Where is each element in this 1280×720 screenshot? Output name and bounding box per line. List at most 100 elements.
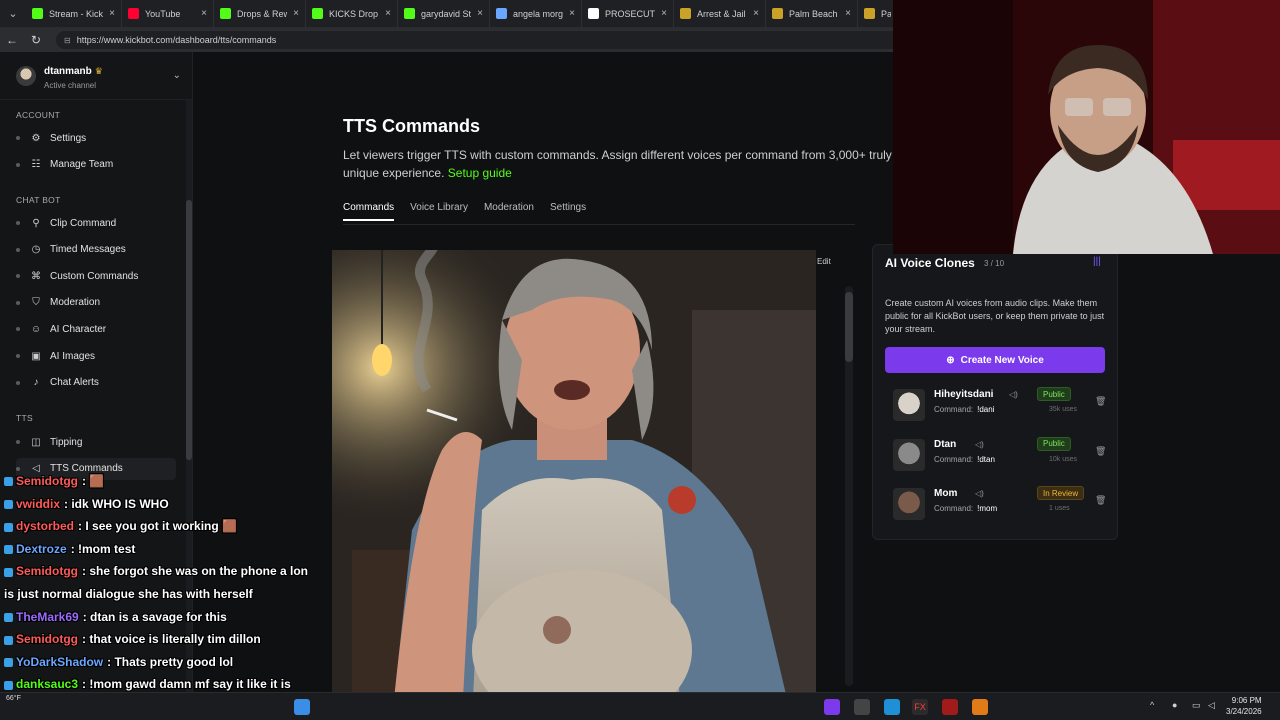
play-sample-icon[interactable]: ◁): [975, 440, 984, 449]
create-new-voice-button[interactable]: ⊕ Create New Voice: [885, 347, 1105, 373]
channel-switcher[interactable]: dtanmanb ♛ Active channel ⌄: [0, 52, 193, 100]
system-clock[interactable]: 9:06 PM 3/24/2026: [1226, 695, 1262, 717]
chat-badge-icon: [4, 612, 13, 622]
close-tab-icon[interactable]: ×: [293, 8, 299, 19]
app-icon-1[interactable]: [824, 699, 840, 715]
close-tab-icon[interactable]: ×: [477, 8, 483, 19]
setup-guide-link[interactable]: Setup guide: [448, 166, 512, 180]
close-tab-icon[interactable]: ×: [201, 8, 207, 19]
tab-commands[interactable]: Commands: [343, 202, 395, 221]
tab-favicon-icon: [588, 8, 599, 19]
voice-row[interactable]: Dtan ◁) Command: !dtan Public 10k uses 🗑: [885, 435, 1107, 479]
tab-favicon-icon: [312, 8, 323, 19]
browser-tab[interactable]: PROSECUTORS ×: [582, 0, 674, 28]
command-label: Command:: [934, 454, 974, 464]
app-icon-2[interactable]: [854, 699, 870, 715]
voice-command: Command: !mom: [934, 504, 997, 513]
browser-tab[interactable]: garydavid Stre ×: [398, 0, 490, 28]
tab-title: garydavid Stre: [421, 8, 472, 19]
network-icon[interactable]: ▭: [1192, 700, 1201, 711]
team-icon: ☷: [31, 159, 41, 171]
reload-icon[interactable]: ↻: [24, 33, 48, 47]
weather-widget[interactable]: 66°F: [6, 695, 21, 702]
tab-settings[interactable]: Settings: [550, 202, 586, 221]
tab-list-chevron-icon[interactable]: ⌄: [0, 0, 26, 28]
chat-text: : !mom gawd damn mf say it like it is: [82, 677, 291, 692]
volume-icon[interactable]: ◁: [1208, 700, 1215, 711]
chat-badge-icon: [4, 658, 13, 668]
browser-tab[interactable]: angela morgan ×: [490, 0, 582, 28]
browser-tab[interactable]: YouTube ×: [122, 0, 214, 28]
sidebar-item-ai-images[interactable]: ▣ AI Images: [16, 345, 176, 367]
mic-icon[interactable]: ●: [1172, 700, 1177, 710]
voice-row[interactable]: Hiheyitsdani ◁) Command: !dani Public 35k use…: [885, 385, 1107, 429]
app-icon-5[interactable]: [942, 699, 958, 715]
close-tab-icon[interactable]: ×: [385, 8, 391, 19]
browser-tab[interactable]: Palr: [858, 0, 898, 28]
tab-moderation[interactable]: Moderation: [484, 202, 534, 221]
sidebar-item-label: Settings: [50, 132, 87, 144]
trash-icon[interactable]: 🗑: [1095, 396, 1106, 407]
sidebar-item-label: Clip Command: [50, 217, 117, 229]
sidebar-item-clip-command[interactable]: ⚲ Clip Command: [16, 212, 176, 234]
chat-username: dystorbed: [16, 519, 75, 534]
tab-title: Arrest & Jail - F: [697, 8, 747, 19]
chat-text: : 🟫: [82, 474, 105, 488]
tray-expand-icon[interactable]: ^: [1150, 700, 1154, 710]
close-tab-icon[interactable]: ×: [845, 8, 851, 19]
close-tab-icon[interactable]: ×: [109, 8, 115, 19]
chevron-down-icon[interactable]: ⌄: [173, 70, 181, 81]
fx-icon[interactable]: FX: [912, 699, 928, 715]
trash-icon[interactable]: 🗑: [1095, 446, 1106, 457]
gear-icon: ⚙: [31, 132, 41, 144]
browser-tab[interactable]: Arrest & Jail - F ×: [674, 0, 766, 28]
url-field[interactable]: ⊟ https://www.kickbot.com/dashboard/tts/…: [56, 31, 916, 49]
close-tab-icon[interactable]: ×: [661, 8, 667, 19]
page-description: Let viewers trigger TTS with custom comm…: [343, 146, 903, 182]
sidebar-scroll-thumb[interactable]: [186, 200, 192, 460]
browser-tab[interactable]: Palm Beach Co ×: [766, 0, 858, 28]
sidebar-item-ai-character[interactable]: ☺ AI Character: [16, 318, 176, 340]
nav-dot: [16, 440, 20, 444]
chat-badge-icon: [4, 499, 13, 509]
chat-text: : I see you got it working 🟫: [78, 519, 237, 534]
tip-icon: ◫: [31, 436, 41, 448]
back-icon[interactable]: ←: [0, 33, 24, 47]
command-icon: ⌘: [31, 270, 41, 282]
sidebar-item-timed-messages[interactable]: ◷ Timed Messages: [16, 239, 176, 261]
voice-row[interactable]: Mom ◁) Command: !mom In Review 1 uses 🗑: [885, 484, 1107, 528]
close-tab-icon[interactable]: ×: [753, 8, 759, 19]
browser-tab[interactable]: Stream - Kick D ×: [26, 0, 122, 28]
sidebar-item-label: AI Images: [50, 350, 96, 362]
close-tab-icon[interactable]: ×: [569, 8, 575, 19]
page-description-text: Let viewers trigger TTS with custom comm…: [343, 148, 892, 180]
sidebar-item-custom-commands[interactable]: ⌘ Custom Commands: [16, 265, 176, 287]
site-info-icon[interactable]: ⊟: [64, 36, 71, 45]
sidebar-item-chat-alerts[interactable]: ♪ Chat Alerts: [16, 372, 176, 394]
chat-badge-icon: [4, 522, 13, 532]
status-badge: In Review: [1037, 486, 1085, 500]
tab-voice-library[interactable]: Voice Library: [410, 202, 468, 221]
browser-tab[interactable]: Drops & Rewar ×: [214, 0, 306, 28]
sidebar-item-manage-team[interactable]: ☷ Manage Team: [16, 154, 176, 176]
trash-icon[interactable]: 🗑: [1095, 495, 1106, 506]
headphones-icon[interactable]: [972, 699, 988, 715]
play-sample-icon[interactable]: ◁): [1009, 390, 1018, 399]
nav-dot: [16, 162, 20, 167]
chat-text: : she forgot she was on the phone a lon: [82, 564, 309, 579]
clip-icon: ⚲: [32, 217, 40, 229]
windows-start-icon[interactable]: [294, 699, 310, 715]
chat-username: Semidotgg: [16, 632, 78, 647]
edit-link[interactable]: Edit: [817, 257, 831, 266]
avatar: [16, 65, 36, 86]
browser-tab[interactable]: KICKS Drop is ×: [306, 0, 398, 28]
chat-text: : dtan is a savage for this: [82, 609, 227, 624]
content-scroll-thumb[interactable]: [845, 292, 853, 362]
stream-chat-overlay: Semidotgg: 🟫 vwiddix: idk WHO IS WHO dysto…: [0, 470, 340, 720]
nav-dot: [16, 136, 20, 140]
sidebar-item-settings[interactable]: ⚙ Settings: [16, 127, 176, 149]
app-icon-3[interactable]: [884, 699, 900, 715]
sidebar-item-moderation[interactable]: ⛉ Moderation: [16, 292, 176, 314]
sidebar-item-tipping[interactable]: ◫ Tipping: [16, 431, 176, 453]
play-sample-icon[interactable]: ◁): [975, 489, 984, 498]
